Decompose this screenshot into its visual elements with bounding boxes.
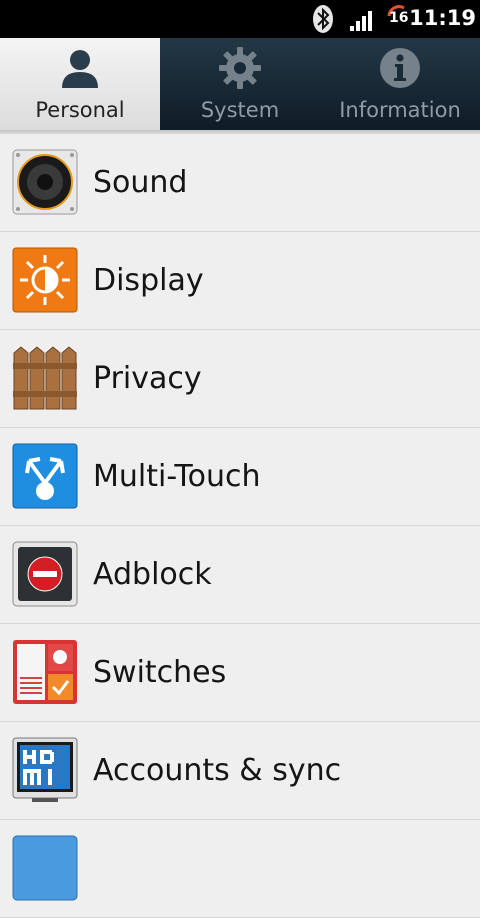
signal-icon — [349, 8, 375, 36]
item-label: Multi-Touch — [93, 459, 261, 494]
list-item-multi-touch[interactable]: Multi-Touch — [0, 428, 480, 526]
list-item-switches[interactable]: Switches — [0, 624, 480, 722]
list-item-accounts-sync[interactable]: Accounts & sync — [0, 722, 480, 820]
tab-label: Personal — [35, 98, 125, 122]
hdmi-icon — [12, 737, 78, 803]
partial-icon — [12, 835, 78, 901]
switches-icon — [12, 639, 78, 705]
block-icon — [12, 541, 78, 607]
list-item-privacy[interactable]: Privacy — [0, 330, 480, 428]
fence-icon — [12, 345, 78, 411]
clock: 11:19 — [409, 6, 476, 30]
item-label: Adblock — [93, 557, 212, 592]
status-bar: 16 11:19 — [0, 0, 480, 38]
tab-bar: Personal System Information — [0, 38, 480, 130]
info-icon — [378, 46, 422, 90]
multitouch-icon — [12, 443, 78, 509]
tab-label: Information — [339, 98, 461, 122]
gear-icon — [218, 46, 262, 90]
list-item-partial[interactable] — [0, 820, 480, 918]
item-label: Display — [93, 263, 204, 298]
item-label: Sound — [93, 165, 188, 200]
speaker-icon — [12, 149, 78, 215]
item-label: Privacy — [93, 361, 202, 396]
bluetooth-icon — [312, 4, 334, 38]
sun-icon — [12, 247, 78, 313]
person-icon — [58, 46, 102, 90]
tab-personal[interactable]: Personal — [0, 38, 160, 130]
settings-list: Sound Display Privacy Multi-Touch Adbloc… — [0, 134, 480, 918]
tab-information[interactable]: Information — [320, 38, 480, 130]
tab-system[interactable]: System — [160, 38, 320, 130]
list-item-display[interactable]: Display — [0, 232, 480, 330]
tab-label: System — [200, 98, 280, 122]
list-item-adblock[interactable]: Adblock — [0, 526, 480, 624]
notification-count: 16 — [389, 10, 409, 26]
item-label: Accounts & sync — [93, 753, 342, 788]
list-item-sound[interactable]: Sound — [0, 134, 480, 232]
item-label: Switches — [93, 655, 227, 690]
